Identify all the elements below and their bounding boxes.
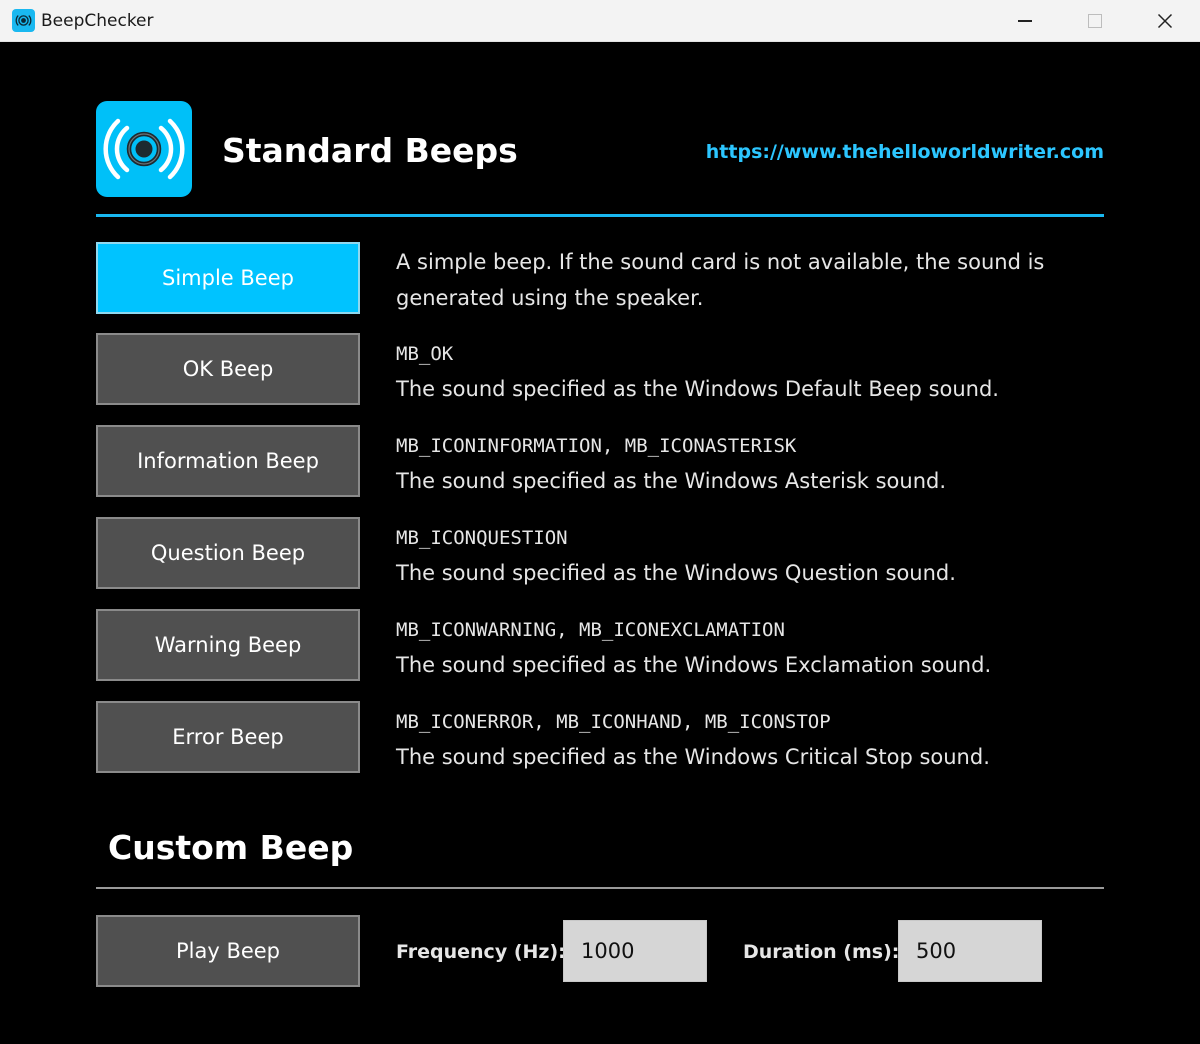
description-text: The sound specified as the Windows Aster… xyxy=(396,469,947,493)
simple-beep-button[interactable]: Simple Beep xyxy=(96,242,360,314)
ok-beep-button[interactable]: OK Beep xyxy=(96,333,360,405)
custom-beep-title: Custom Beep xyxy=(108,828,354,867)
constant-name: MB_OK xyxy=(396,343,454,365)
broadcast-icon xyxy=(96,101,192,197)
constant-name: MB_ICONWARNING, MB_ICONEXCLAMATION xyxy=(396,619,785,641)
description-text: The sound specified as the Windows Quest… xyxy=(396,561,956,585)
information-beep-description: MB_ICONINFORMATION, MB_ICONASTERISK The … xyxy=(396,435,1096,496)
description-text: A simple beep. If the sound card is not … xyxy=(396,250,1045,310)
play-beep-button[interactable]: Play Beep xyxy=(96,915,360,987)
frequency-input[interactable] xyxy=(563,920,707,982)
website-link[interactable]: https://www.thehelloworldwriter.com xyxy=(706,141,1104,163)
minimize-button[interactable] xyxy=(990,0,1060,42)
duration-label: Duration (ms): xyxy=(743,941,900,963)
warning-beep-button[interactable]: Warning Beep xyxy=(96,609,360,681)
header-divider xyxy=(96,214,1104,217)
speaker-wave-icon xyxy=(12,9,35,32)
description-text: The sound specified as the Windows Defau… xyxy=(396,377,999,401)
constant-name: MB_ICONINFORMATION, MB_ICONASTERISK xyxy=(396,435,797,457)
description-text: The sound specified as the Windows Excla… xyxy=(396,653,992,677)
error-beep-button[interactable]: Error Beep xyxy=(96,701,360,773)
question-beep-description: MB_ICONQUESTION The sound specified as t… xyxy=(396,527,1096,588)
question-beep-button[interactable]: Question Beep xyxy=(96,517,360,589)
custom-divider xyxy=(96,887,1104,889)
ok-beep-description: MB_OK The sound specified as the Windows… xyxy=(396,343,1096,404)
duration-input[interactable] xyxy=(898,920,1042,982)
warning-beep-description: MB_ICONWARNING, MB_ICONEXCLAMATION The s… xyxy=(396,619,1096,680)
window-title: BeepChecker xyxy=(41,11,154,31)
frequency-label: Frequency (Hz): xyxy=(396,941,566,963)
error-beep-description: MB_ICONERROR, MB_ICONHAND, MB_ICONSTOP T… xyxy=(396,711,1096,772)
page-title: Standard Beeps xyxy=(222,131,518,170)
description-text: The sound specified as the Windows Criti… xyxy=(396,745,990,769)
constant-name: MB_ICONQUESTION xyxy=(396,527,568,549)
close-button[interactable] xyxy=(1130,0,1200,42)
minimize-icon xyxy=(1018,20,1032,22)
simple-beep-description: A simple beep. If the sound card is not … xyxy=(396,244,1096,316)
title-bar: BeepChecker xyxy=(0,0,1200,42)
maximize-icon xyxy=(1088,14,1102,28)
maximize-button[interactable] xyxy=(1060,0,1130,42)
information-beep-button[interactable]: Information Beep xyxy=(96,425,360,497)
constant-name: MB_ICONERROR, MB_ICONHAND, MB_ICONSTOP xyxy=(396,711,831,733)
close-icon xyxy=(1157,13,1173,29)
